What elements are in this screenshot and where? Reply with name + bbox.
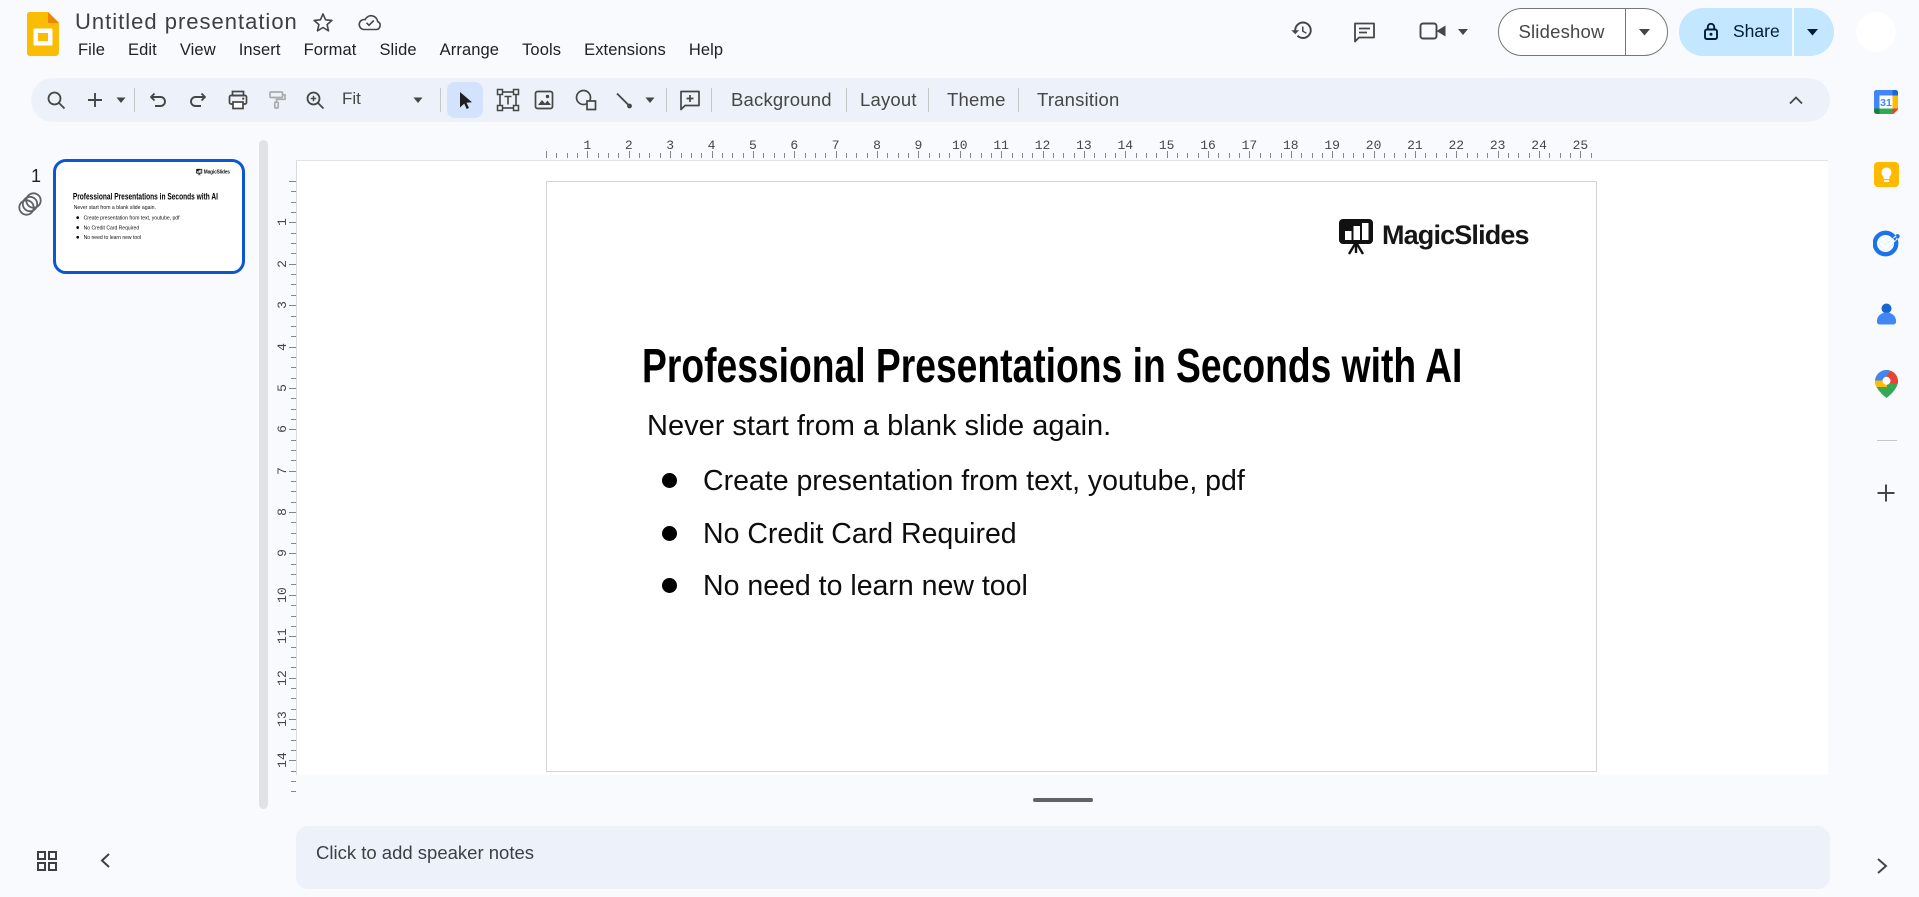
svg-text:31: 31 — [1880, 97, 1892, 109]
